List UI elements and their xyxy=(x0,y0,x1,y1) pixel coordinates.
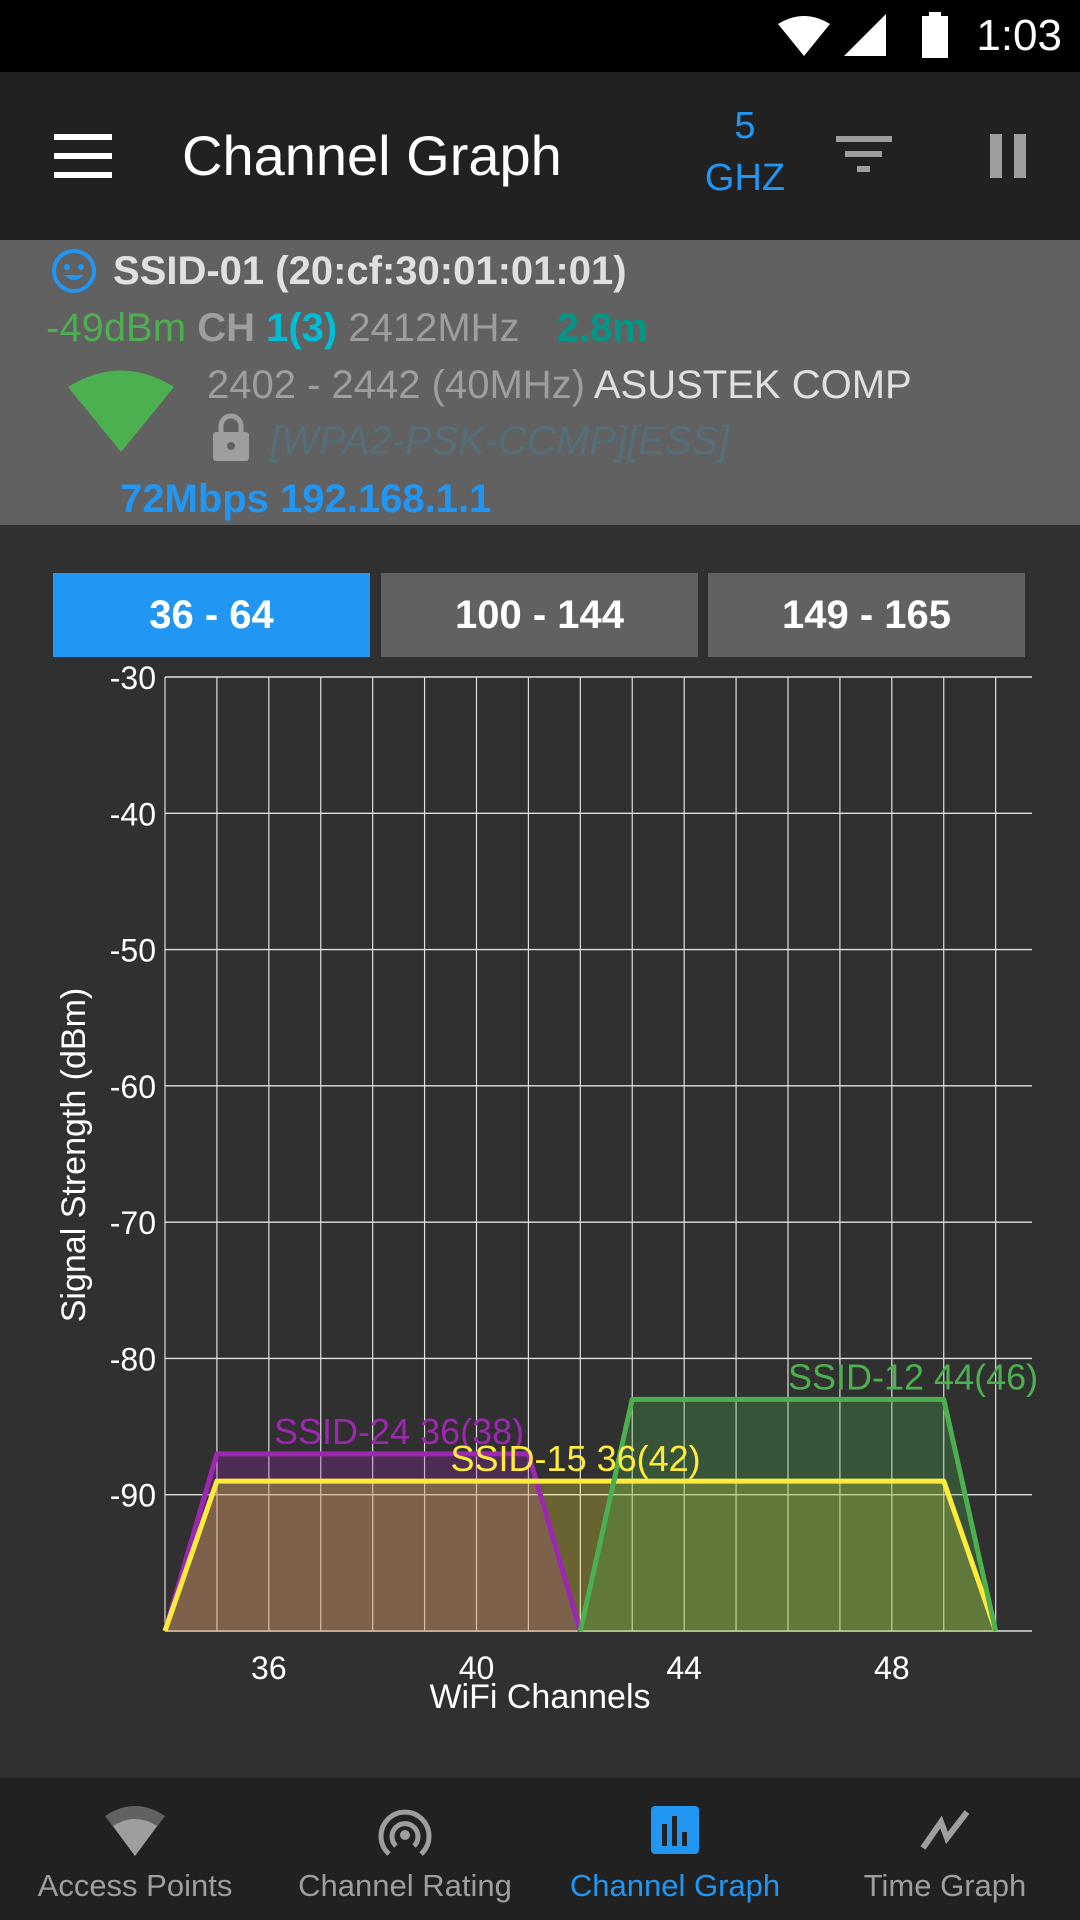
y-tick-label: -80 xyxy=(110,1341,156,1377)
ap-frequency-range: 2402 - 2442 (40MHz) xyxy=(207,363,585,407)
nav-access-points[interactable]: Access Points xyxy=(0,1778,270,1920)
x-tick-label: 44 xyxy=(666,1650,702,1686)
y-tick-label: -70 xyxy=(110,1205,156,1241)
nav-channel-graph[interactable]: Channel Graph xyxy=(540,1778,810,1920)
wifi-icon xyxy=(778,16,830,56)
nav-channel-rating[interactable]: Channel Rating xyxy=(270,1778,540,1920)
channel-range-tabs: 36 - 64 100 - 144 149 - 165 xyxy=(53,573,1026,657)
bar-chart-icon xyxy=(651,1806,699,1854)
smiley-icon xyxy=(52,249,96,293)
menu-button[interactable] xyxy=(54,134,112,178)
series-area xyxy=(580,1399,996,1631)
bottom-navigation: Access Points Channel Rating Channel Gra… xyxy=(0,1778,1080,1920)
ap-distance: 2.8m xyxy=(556,306,648,350)
y-tick-label: -60 xyxy=(110,1069,156,1105)
tab-36-64[interactable]: 36 - 64 xyxy=(53,573,370,657)
band-unit: GHZ xyxy=(704,157,786,199)
x-tick-label: 36 xyxy=(251,1650,287,1686)
band-toggle-button[interactable]: 5 GHZ xyxy=(690,100,800,204)
wifi-icon xyxy=(105,1806,165,1856)
band-number: 5 xyxy=(734,105,756,147)
y-tick-label: -40 xyxy=(110,796,156,832)
y-axis-label: Signal Strength (dBm) xyxy=(55,988,93,1323)
series-label: SSID-15 36(42) xyxy=(451,1438,701,1479)
ap-channel: 1 xyxy=(266,306,289,350)
ap-ssid-bssid: SSID-01 (20:cf:30:01:01:01) xyxy=(113,249,627,293)
x-tick-label: 48 xyxy=(874,1650,910,1686)
ap-security: [WPA2-PSK-CCMP][ESS] xyxy=(270,419,730,463)
nav-label: Channel Rating xyxy=(298,1868,512,1903)
nav-label: Channel Graph xyxy=(569,1868,781,1903)
y-tick-label: -50 xyxy=(110,933,156,969)
tab-100-144[interactable]: 100 - 144 xyxy=(381,573,698,657)
ap-vendor: ASUSTEK COMP xyxy=(593,363,912,407)
wifi-signal-icon xyxy=(68,370,174,452)
y-tick-label: -90 xyxy=(110,1478,156,1514)
ap-link-speed: 72Mbps xyxy=(120,477,269,521)
ap-signal-row: -49dBm CH 1(3) 2412MHz 2.8m xyxy=(46,303,648,353)
ap-ip-address: 192.168.1.1 xyxy=(280,477,492,521)
filter-icon[interactable] xyxy=(836,136,892,176)
ap-signal-strength: -49dBm xyxy=(46,306,187,350)
battery-icon xyxy=(922,12,948,58)
line-graph-icon xyxy=(920,1810,970,1850)
y-axis-ticks: -30 -40 -50 -60 -70 -80 -90 xyxy=(110,660,156,1514)
lock-icon xyxy=(213,413,249,461)
app-bar: Channel Graph 5 GHZ xyxy=(0,72,1080,240)
pause-icon[interactable] xyxy=(990,134,1028,178)
tab-149-165[interactable]: 149 - 165 xyxy=(708,573,1025,657)
ap-range-row: 2402 - 2442 (40MHz) ASUSTEK COMP xyxy=(207,360,912,410)
clock: 1:03 xyxy=(976,11,1062,60)
channel-graph-chart: SSID-24 36(38)SSID-15 36(42)SSID-12 44(4… xyxy=(55,660,1038,1716)
cell-signal-icon xyxy=(844,14,886,56)
x-axis-label: WiFi Channels xyxy=(429,1678,650,1716)
ap-link-row: 72Mbps 192.168.1.1 xyxy=(120,474,491,524)
ap-channel-secondary: (3) xyxy=(288,306,338,350)
status-bar: 1:03 xyxy=(0,0,1080,72)
nav-time-graph[interactable]: Time Graph xyxy=(810,1778,1080,1920)
ap-channel-label: CH xyxy=(197,306,255,350)
ap-frequency: 2412MHz xyxy=(348,306,520,350)
nav-label: Access Points xyxy=(37,1868,233,1903)
connected-ap-panel[interactable]: SSID-01 (20:cf:30:01:01:01) -49dBm CH 1(… xyxy=(0,240,1080,525)
nav-label: Time Graph xyxy=(863,1868,1027,1903)
radar-icon xyxy=(378,1809,432,1856)
y-tick-label: -30 xyxy=(110,660,156,696)
page-title: Channel Graph xyxy=(182,124,562,187)
series-label: SSID-12 44(46) xyxy=(788,1356,1038,1397)
